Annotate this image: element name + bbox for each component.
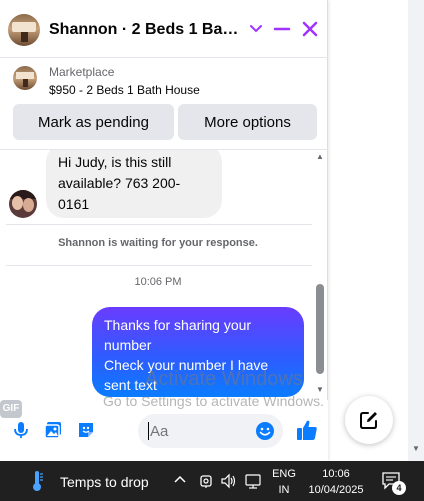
speaker-icon[interactable] (220, 472, 238, 490)
network-icon[interactable] (244, 472, 262, 490)
language-code: ENG (272, 468, 296, 480)
photo-icon[interactable] (43, 420, 63, 440)
notification-count-badge: 4 (392, 481, 406, 495)
waiting-notice: Shannon is waiting for your response. (58, 237, 258, 249)
text-caret (148, 422, 149, 440)
chevron-down-icon[interactable] (249, 20, 263, 38)
chat-title[interactable]: Shannon · 2 Beds 1 Bath H… (49, 21, 241, 39)
incoming-message[interactable]: Hi Judy, is this still available? 763 20… (46, 150, 222, 218)
message-scrollbar[interactable]: ▲ ▼ (314, 152, 326, 397)
minimize-icon[interactable] (273, 20, 291, 38)
gif-icon[interactable]: GIF (0, 400, 22, 418)
windows-taskbar: Temps to drop ENG IN 10:06 10/04/2025 4 (0, 461, 424, 501)
page-scroll-down-arrow[interactable]: ▼ (411, 444, 421, 454)
scrollbar-thumb[interactable] (316, 284, 324, 374)
region-code: IN (278, 484, 290, 496)
clock-time: 10:06 (322, 468, 350, 480)
meet-now-icon[interactable] (197, 472, 215, 490)
house-photo-icon[interactable] (8, 14, 40, 46)
listing-title[interactable]: $950 - 2 Beds 1 Bath House (49, 83, 200, 97)
marketplace-label: Marketplace (49, 65, 115, 79)
close-icon[interactable] (301, 20, 319, 38)
activate-windows-subtext: Go to Settings to activate Windows. (103, 393, 324, 409)
new-message-button[interactable] (345, 396, 393, 444)
chat-header[interactable]: Shannon · 2 Beds 1 Bath H… (0, 0, 328, 58)
sender-avatar[interactable] (9, 190, 37, 218)
message-timestamp: 10:06 PM (134, 276, 182, 288)
more-options-button[interactable]: More options (178, 104, 317, 140)
microphone-icon[interactable] (11, 420, 31, 440)
scroll-up-arrow[interactable]: ▲ (315, 152, 325, 162)
sticker-icon[interactable] (76, 420, 96, 440)
background-page-strip (408, 0, 424, 461)
message-list: Hi Judy, is this still available? 763 20… (0, 150, 328, 400)
message-composer: GIF (0, 400, 328, 461)
outgoing-message-line: Thanks for sharing your number (104, 317, 252, 353)
weather-widget-text[interactable]: Temps to drop (60, 474, 149, 490)
clock-date: 10/04/2025 (308, 484, 364, 496)
divider (6, 265, 312, 266)
thermometer-icon[interactable] (28, 469, 46, 493)
language-indicator[interactable]: ENG IN (269, 466, 299, 498)
marketplace-card: Marketplace $950 - 2 Beds 1 Bath House M… (0, 58, 328, 150)
thumbs-up-icon[interactable] (295, 418, 319, 442)
chevron-up-icon[interactable] (172, 472, 188, 488)
divider (6, 224, 312, 225)
mark-as-pending-button[interactable]: Mark as pending (13, 104, 174, 140)
clock[interactable]: 10:06 10/04/2025 (305, 466, 367, 498)
emoji-icon[interactable] (255, 421, 275, 441)
activate-windows-watermark: Activate Windows (145, 368, 303, 390)
chat-window: Shannon · 2 Beds 1 Bath H… Marketplace $… (0, 0, 328, 461)
listing-thumbnail[interactable] (13, 66, 37, 90)
compose-icon (360, 412, 377, 429)
